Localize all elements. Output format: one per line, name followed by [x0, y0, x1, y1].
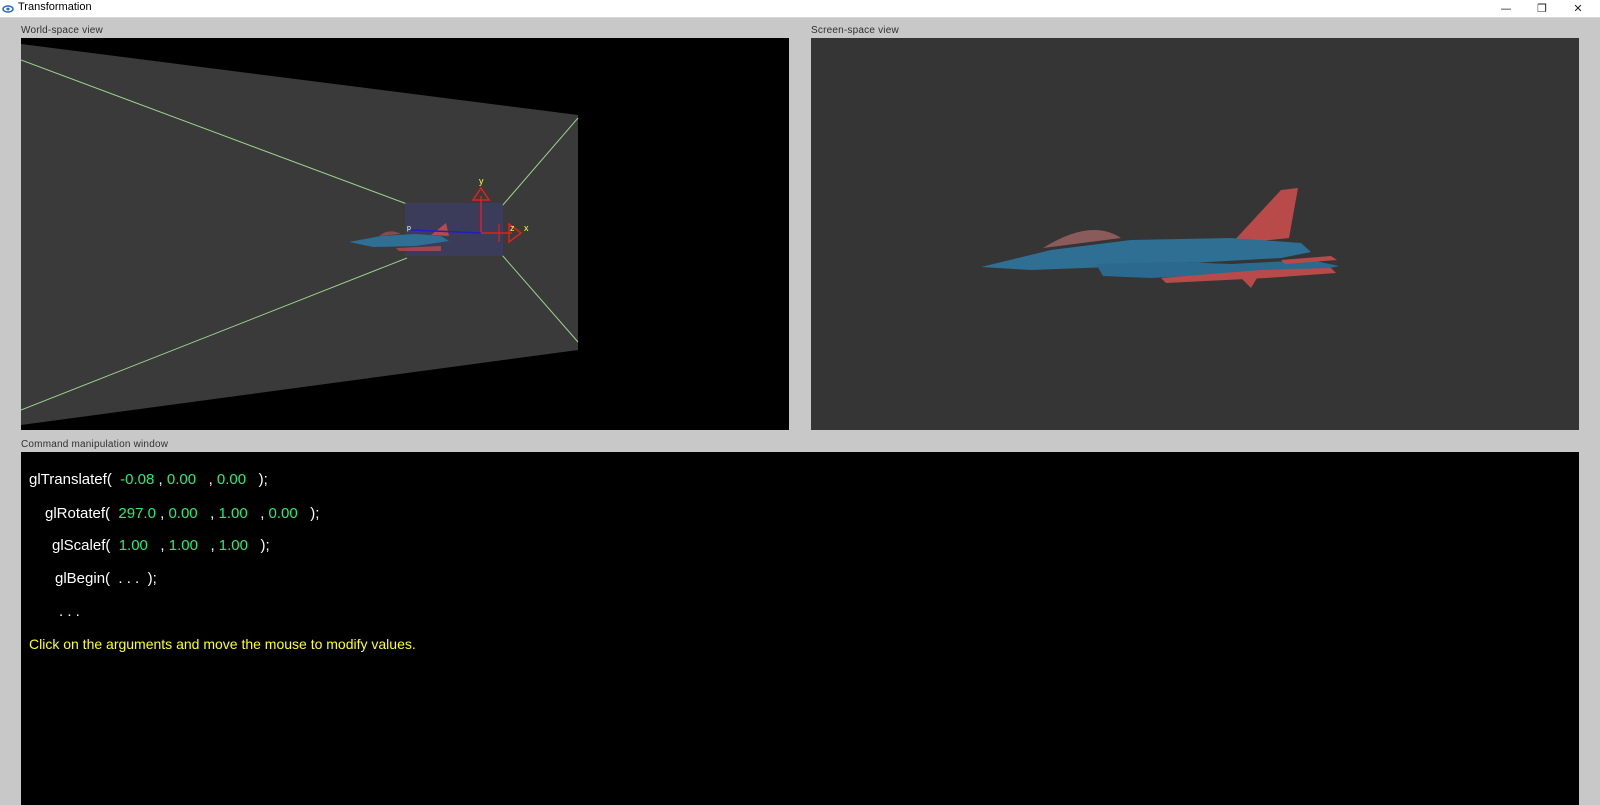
rotate-arg-angle[interactable]: 297.0 — [118, 505, 156, 522]
axis-p-label: p — [407, 225, 411, 232]
opengl-app-icon — [2, 2, 16, 14]
translate-fn: glTranslatef( — [29, 471, 112, 488]
ellipsis-line: . . . — [59, 603, 80, 620]
rotate-end: ); — [310, 505, 320, 522]
window-title: Transformation — [18, 1, 92, 13]
world-view-label: World-space view — [21, 25, 103, 36]
screen-view-label: Screen-space view — [811, 25, 899, 36]
axis-x-label: x — [524, 223, 529, 233]
command-manipulation-window: glTranslatef( -0.08 , 0.00 , 0.00 ); glR… — [21, 452, 1579, 805]
scale-arg-y[interactable]: 1.00 — [169, 537, 198, 554]
begin-fn: glBegin( — [55, 570, 111, 587]
instruction-hint: Click on the arguments and move the mous… — [29, 636, 416, 652]
scale-arg-x[interactable]: 1.00 — [119, 537, 148, 554]
scale-arg-z[interactable]: 1.00 — [219, 537, 248, 554]
rotate-arg-z[interactable]: 0.00 — [269, 505, 298, 522]
axis-y-label: y — [479, 176, 484, 186]
scale-fn: glScalef( — [52, 537, 111, 554]
window-titlebar: Transformation — ❐ ✕ — [0, 0, 1600, 18]
translate-command: glTranslatef( -0.08 , 0.00 , 0.00 ); — [29, 471, 268, 488]
begin-command: glBegin( . . . ); — [55, 570, 157, 587]
screen-jet-model — [981, 188, 1339, 288]
translate-end: ); — [258, 471, 268, 488]
minimize-icon[interactable]: — — [1488, 0, 1524, 17]
world-space-view[interactable]: y x z p — [21, 38, 789, 430]
axis-z-label: z — [510, 223, 515, 233]
scale-end: ); — [260, 537, 270, 554]
translate-arg-z[interactable]: 0.00 — [217, 471, 246, 488]
translate-arg-x[interactable]: -0.08 — [120, 471, 154, 488]
rotate-fn: glRotatef( — [45, 505, 111, 522]
screen-space-view[interactable] — [811, 38, 1579, 430]
scale-command: glScalef( 1.00 , 1.00 , 1.00 ); — [52, 537, 270, 554]
begin-end: ); — [147, 570, 157, 587]
rotate-command: glRotatef( 297.0 , 0.00 , 1.00 , 0.00 ); — [45, 505, 320, 522]
begin-args: . . . — [118, 570, 140, 587]
rotate-arg-x[interactable]: 0.00 — [168, 505, 197, 522]
command-window-label: Command manipulation window — [21, 439, 169, 450]
close-icon[interactable]: ✕ — [1560, 0, 1596, 17]
translate-arg-y[interactable]: 0.00 — [167, 471, 196, 488]
restore-icon[interactable]: ❐ — [1524, 0, 1560, 17]
rotate-arg-y[interactable]: 1.00 — [219, 505, 248, 522]
